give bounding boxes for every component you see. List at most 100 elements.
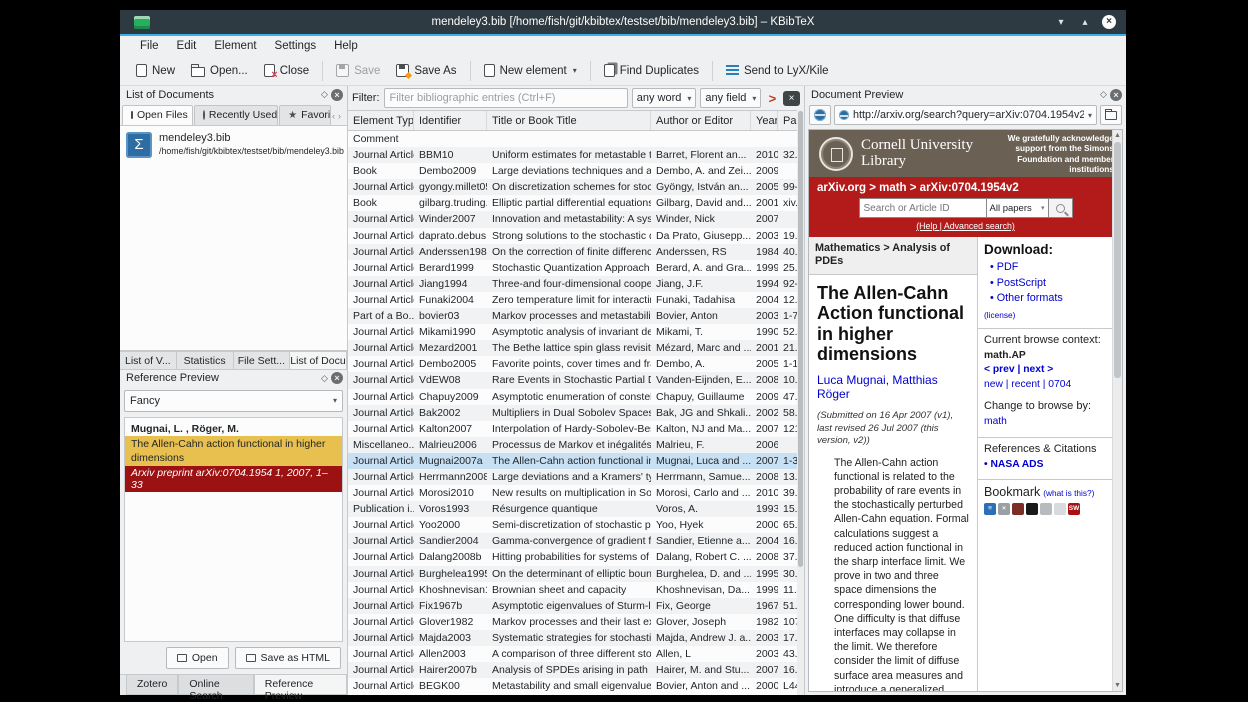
table-row[interactable]: Journal ArticleDalang2008bHitting probab… — [348, 549, 804, 565]
minimize-icon[interactable]: ▾ — [1054, 17, 1068, 28]
bookmark-hint-link[interactable]: (what is this?) — [1043, 488, 1094, 498]
preview-style-select[interactable]: Fancy ▾ — [124, 390, 343, 412]
new-button[interactable]: New — [128, 60, 183, 81]
maximize-icon[interactable]: ▴ — [1078, 17, 1092, 28]
float-panel-icon[interactable]: ◇ — [318, 89, 331, 100]
column-header-element-type[interactable]: Element Type — [348, 111, 414, 130]
table-row[interactable]: Journal ArticleKhoshnevisan1...Brownian … — [348, 582, 804, 598]
table-row[interactable]: Journal Articlegyongy.millet05On discret… — [348, 179, 804, 195]
table-row[interactable]: Journal ArticleBerard1999Stochastic Quan… — [348, 260, 804, 276]
table-row[interactable]: Comment — [348, 131, 804, 147]
table-row[interactable]: Journal ArticleGlover1982Markov processe… — [348, 614, 804, 630]
table-row[interactable]: Journal ArticleFunaki2004Zero temperatur… — [348, 292, 804, 308]
float-panel-icon[interactable]: ◇ — [1097, 89, 1110, 100]
table-row[interactable]: Journal ArticleSandier2004Gamma-converge… — [348, 533, 804, 549]
menu-file[interactable]: File — [132, 38, 167, 54]
table-row[interactable]: Journal ArticleAllen2003A comparison of … — [348, 646, 804, 662]
tab-reference-preview[interactable]: Reference Preview — [254, 675, 347, 695]
send-to-lyx-kile-button[interactable]: Send to LyX/Kile — [718, 61, 837, 81]
table-scrollbar[interactable] — [797, 110, 804, 695]
browse-math-link[interactable]: math — [984, 415, 1106, 429]
arxiv-search-input[interactable] — [859, 198, 987, 218]
prev-next-links[interactable]: < prev | next > — [984, 363, 1106, 377]
table-row[interactable]: Journal ArticleKalton2007Interpolation o… — [348, 421, 804, 437]
table-row[interactable]: Journal ArticleYoo2000Semi-discretizatio… — [348, 517, 804, 533]
column-header-author-or-editor[interactable]: Author or Editor — [651, 111, 751, 130]
table-row[interactable]: BookDembo2009Large deviations techniques… — [348, 163, 804, 179]
url-input[interactable] — [853, 109, 1084, 121]
table-row[interactable]: Miscellaneo...Malrieu2006Processus de Ma… — [348, 437, 804, 453]
column-header-year[interactable]: Year — [751, 111, 778, 130]
tab-favori[interactable]: ★Favori — [279, 105, 331, 125]
go-online-button[interactable] — [809, 105, 831, 125]
tab-recently-used[interactable]: Recently Used — [194, 105, 278, 125]
table-row[interactable]: Journal ArticleBBM10Uniform estimates fo… — [348, 147, 804, 163]
filter-word-mode-select[interactable]: any word ▾ — [632, 88, 697, 108]
tab-scroll-arrows[interactable]: ‹› — [332, 111, 347, 125]
table-row[interactable]: Journal ArticleBEGK00Metastability and s… — [348, 678, 804, 694]
new-recent-links[interactable]: new | recent | 0704 — [984, 378, 1106, 392]
menu-settings[interactable]: Settings — [267, 38, 325, 54]
clear-filter-icon[interactable]: × — [783, 91, 800, 106]
table-row[interactable]: Journal ArticleJiang1994Three-and four-d… — [348, 276, 804, 292]
tab-zotero[interactable]: Zotero — [126, 675, 178, 695]
delicious-icon[interactable] — [1026, 503, 1038, 515]
download-link-other-formats[interactable]: Other formats — [990, 291, 1106, 307]
float-panel-icon[interactable]: ◇ — [318, 373, 331, 384]
arxiv-scope-select[interactable]: All papers ▾ — [987, 198, 1049, 218]
table-row[interactable]: Publication i...Voros1993Résurgence quan… — [348, 501, 804, 517]
table-row[interactable]: Part of a Bo...bovier03Markov processes … — [348, 308, 804, 324]
tab-list-of-v[interactable]: List of V... — [120, 352, 177, 369]
tab-online-search[interactable]: Online Search — [178, 675, 253, 695]
close-icon[interactable]: × — [1102, 15, 1116, 29]
new-element-button[interactable]: New element▾ — [476, 60, 585, 81]
table-row[interactable]: Journal ArticleBurghelea1995On the deter… — [348, 566, 804, 582]
table-row[interactable]: Bookgilbarg.truding...Elliptic partial d… — [348, 195, 804, 211]
open-local-file-button[interactable] — [1100, 105, 1122, 125]
table-row[interactable]: Journal ArticleFix1967bAsymptotic eigenv… — [348, 598, 804, 614]
table-row[interactable]: Journal ArticleBak2002Multipliers in Dua… — [348, 405, 804, 421]
tab-statistics[interactable]: Statistics — [177, 352, 234, 369]
tab-open-files[interactable]: Open Files — [122, 105, 193, 125]
table-row[interactable]: Journal ArticleDembo2005Favorite points,… — [348, 356, 804, 372]
paper-authors[interactable]: Luca Mugnai, Matthias Röger — [817, 373, 969, 401]
search-pdf-toggle-icon[interactable]: > — [765, 91, 779, 106]
connotea-icon[interactable]: × — [998, 503, 1010, 515]
tab-file-sett[interactable]: File Sett... — [234, 352, 291, 369]
table-row[interactable]: Journal ArticleMorosi2010New results on … — [348, 485, 804, 501]
save-as-button[interactable]: Save As — [388, 60, 464, 81]
table-row[interactable]: Journal ArticleHerrmann2008Large deviati… — [348, 469, 804, 485]
menu-element[interactable]: Element — [206, 38, 264, 54]
menu-help[interactable]: Help — [326, 38, 366, 54]
table-row[interactable]: Journal Articledaprato.debus...Strong so… — [348, 228, 804, 244]
table-row[interactable]: Journal ArticleWinder2007Innovation and … — [348, 211, 804, 227]
column-header-title-or-book-title[interactable]: Title or Book Title — [487, 111, 651, 130]
close-panel-icon[interactable]: × — [1110, 89, 1122, 101]
filter-input[interactable] — [384, 88, 628, 108]
table-row[interactable]: Journal ArticleMugnai2007aThe Allen-Cahn… — [348, 453, 804, 469]
reddit-icon[interactable] — [1054, 503, 1066, 515]
browser-scrollbar[interactable]: ▲ ▼ — [1112, 130, 1122, 691]
table-row[interactable]: Journal ArticleHairer2007bAnalysis of SP… — [348, 662, 804, 678]
bibsonomy-icon[interactable] — [1012, 503, 1024, 515]
table-row[interactable]: Journal ArticleMikami1990Asymptotic anal… — [348, 324, 804, 340]
citeulike-icon[interactable]: ≡ — [984, 503, 996, 515]
download-link-pdf[interactable]: PDF — [990, 260, 1106, 276]
column-header-identifier[interactable]: Identifier — [414, 111, 487, 130]
download-link-postscript[interactable]: PostScript — [990, 276, 1106, 292]
url-combobox[interactable]: ▾ — [834, 105, 1097, 125]
find-duplicates-button[interactable]: Find Duplicates — [596, 60, 707, 81]
open-button[interactable]: Open — [166, 647, 229, 669]
arxiv-search-button[interactable] — [1049, 198, 1073, 218]
nasa-ads-link[interactable]: • NASA ADS — [984, 458, 1106, 472]
open-file-item[interactable]: Σ mendeley3.bib /home/fish/git/kbibtex/t… — [124, 130, 343, 160]
table-row[interactable]: Journal ArticleMezard2001The Bethe latti… — [348, 340, 804, 356]
sciencewise-icon[interactable]: SW — [1068, 503, 1080, 515]
filter-field-mode-select[interactable]: any field ▾ — [700, 88, 761, 108]
tab-list-of-docu[interactable]: List of Docu... — [290, 352, 347, 369]
titlebar[interactable]: mendeley3.bib [/home/fish/git/kbibtex/te… — [120, 10, 1126, 36]
digg-icon[interactable] — [1040, 503, 1052, 515]
table-row[interactable]: Journal ArticleMajda2003Systematic strat… — [348, 630, 804, 646]
close-panel-icon[interactable]: × — [331, 89, 343, 101]
close-panel-icon[interactable]: × — [331, 372, 343, 384]
